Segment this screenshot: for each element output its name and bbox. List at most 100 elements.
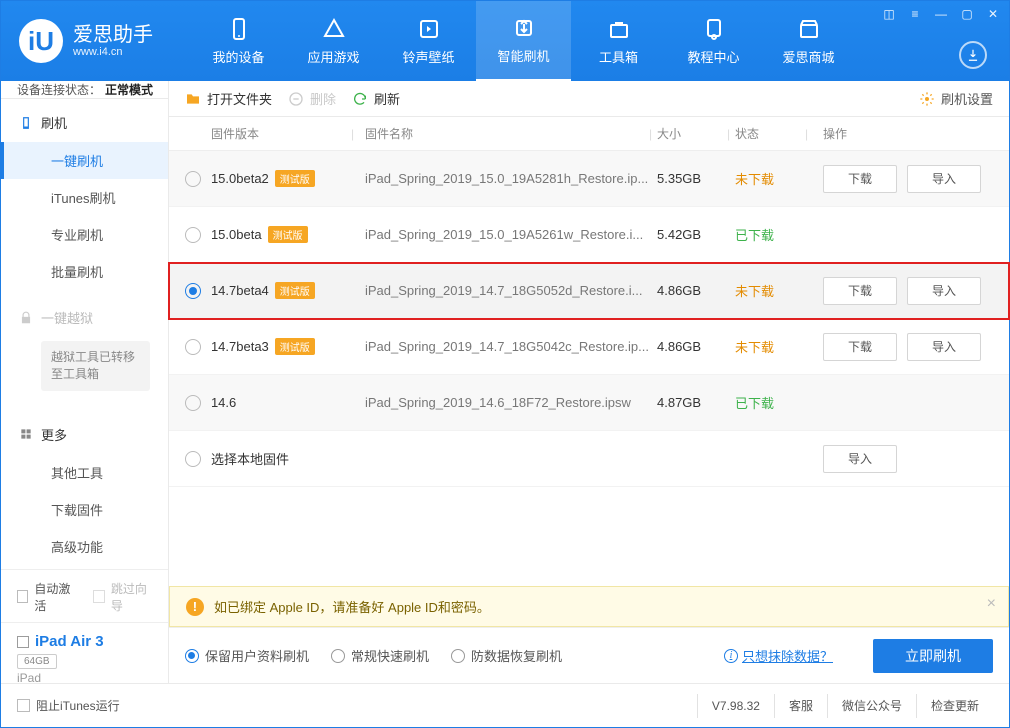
fw-name: iPad_Spring_2019_14.7_18G5052d_Restore.i… [359,283,649,298]
row-radio[interactable] [185,339,201,355]
auto-activate-checkbox[interactable]: 自动激活 [17,580,75,614]
nav-apps[interactable]: 应用游戏 [286,1,381,81]
flash-settings-button[interactable]: 刷机设置 [919,89,993,108]
table-row: 14.6iPad_Spring_2019_14.6_18F72_Restore.… [169,375,1009,431]
fw-name: iPad_Spring_2019_15.0_19A5281h_Restore.i… [359,171,649,186]
maximize-icon[interactable]: ▢ [959,7,975,21]
sidebar-item-0[interactable]: 一键刷机 [1,142,168,179]
import-button[interactable]: 导入 [907,277,981,305]
row-radio[interactable] [185,171,201,187]
nav-tutorials[interactable]: 教程中心 [666,1,761,81]
beta-tag: 测试版 [275,338,315,355]
device-name[interactable]: iPad Air 3 [35,633,104,650]
device-type: iPad [17,671,152,685]
fw-name: iPad_Spring_2019_15.0_19A5261w_Restore.i… [359,227,649,242]
device-icon [17,636,29,648]
fw-status: 已下载 [735,225,805,244]
nav-flash[interactable]: 智能刷机 [476,1,571,81]
nav-store[interactable]: 爱思商城 [761,1,856,81]
toolbar: 打开文件夹 删除 刷新 刷机设置 [169,81,1009,117]
beta-tag: 测试版 [275,282,315,299]
fw-status: 未下载 [735,169,805,188]
wechat-link[interactable]: 微信公众号 [827,694,916,718]
logo: iU 爱思助手 www.i4.cn [1,19,191,63]
window-controls: ◫ ≡ — ▢ ✕ [881,7,1001,21]
fw-size: 5.42GB [657,227,727,242]
fw-status: 已下载 [735,393,805,412]
warning-icon: ! [186,598,204,616]
flash-option-0[interactable]: 保留用户资料刷机 [185,646,309,665]
minimize-icon[interactable]: — [933,7,949,21]
refresh-button[interactable]: 刷新 [352,89,400,108]
refresh-icon [352,91,368,107]
device-storage: 64GB [17,654,57,669]
table-header: 固件版本 | 固件名称 | 大小 | 状态 | 操作 [169,117,1009,151]
app-header: iU 爱思助手 www.i4.cn 我的设备应用游戏铃声壁纸智能刷机工具箱教程中… [1,1,1009,81]
row-radio[interactable] [185,283,201,299]
flash-now-button[interactable]: 立即刷机 [873,639,993,673]
connection-status: 设备连接状态：正常模式 [1,81,168,99]
lock-icon [19,311,33,325]
brand-name: 爱思助手 [73,24,153,46]
flash-option-1[interactable]: 常规快速刷机 [331,646,429,665]
jailbreak-note: 越狱工具已转移至工具箱 [41,341,150,391]
table-row: 15.0beta2测试版iPad_Spring_2019_15.0_19A528… [169,151,1009,207]
sidebar-item-3[interactable]: 批量刷机 [1,253,168,290]
firmware-table: 15.0beta2测试版iPad_Spring_2019_15.0_19A528… [169,151,1009,487]
table-row: 14.7beta4 测试版 iPad_Spring_2019_14.7_18G505… [169,263,1009,319]
open-folder-button[interactable]: 打开文件夹 [185,89,272,108]
download-manager-icon[interactable] [959,41,987,69]
table-row: 14.7beta3测试版iPad_Spring_2019_14.7_18G504… [169,319,1009,375]
row-radio[interactable] [185,451,201,467]
sidebar-more-item-1[interactable]: 下载固件 [1,491,168,528]
fw-size: 4.87GB [657,395,727,410]
flash-option-2[interactable]: 防数据恢复刷机 [451,646,562,665]
beta-tag: 测试版 [268,226,308,243]
fw-size: 5.35GB [657,171,727,186]
menu-icon[interactable]: ≡ [907,7,923,21]
fw-status: 未下载 [735,281,805,300]
nav-tools[interactable]: 工具箱 [571,1,666,81]
import-button[interactable]: 导入 [823,445,897,473]
import-button[interactable]: 导入 [907,333,981,361]
info-icon: i [724,649,738,663]
fw-name: iPad_Spring_2019_14.7_18G5042c_Restore.i… [359,339,649,354]
app-version: V7.98.32 [697,694,774,718]
sidebar-head-more[interactable]: 更多 [1,415,168,454]
import-button[interactable]: 导入 [907,165,981,193]
logo-icon: iU [19,19,63,63]
nav-device[interactable]: 我的设备 [191,1,286,81]
fw-status: 未下载 [735,337,805,356]
device-info: iPad Air 3 64GB iPad [1,622,168,693]
erase-data-link[interactable]: i 只想抹除数据？ [724,646,833,665]
theme-icon[interactable]: ◫ [881,7,897,21]
beta-tag: 测试版 [275,170,315,187]
check-update-link[interactable]: 检查更新 [916,694,993,718]
delete-button[interactable]: 删除 [288,89,336,108]
delete-icon [288,91,304,107]
sidebar-more-item-0[interactable]: 其他工具 [1,454,168,491]
gear-icon [919,91,935,107]
local-fw-label: 选择本地固件 [211,449,351,468]
block-itunes-checkbox[interactable]: 阻止iTunes运行 [17,697,120,714]
customer-service-link[interactable]: 客服 [774,694,827,718]
sidebar-more-item-2[interactable]: 高级功能 [1,528,168,565]
nav-ringtones[interactable]: 铃声壁纸 [381,1,476,81]
fw-version: 14.7beta4 [211,283,269,298]
main-panel: 打开文件夹 删除 刷新 刷机设置 固件版本 | 固件名称 | 大小 | [169,81,1009,683]
fw-size: 4.86GB [657,339,727,354]
close-warning-icon[interactable]: × [987,595,996,613]
fw-name: iPad_Spring_2019_14.6_18F72_Restore.ipsw [359,395,649,410]
download-button[interactable]: 下载 [823,165,897,193]
close-icon[interactable]: ✕ [985,7,1001,21]
skip-guide-checkbox[interactable]: 跳过向导 [93,580,151,614]
download-button[interactable]: 下载 [823,277,897,305]
row-radio[interactable] [185,227,201,243]
sidebar-item-1[interactable]: iTunes刷机 [1,179,168,216]
sidebar: 设备连接状态：正常模式 刷机 一键刷机iTunes刷机专业刷机批量刷机 一键越狱… [1,81,169,683]
fw-size: 4.86GB [657,283,727,298]
sidebar-head-flash[interactable]: 刷机 [1,103,168,142]
sidebar-item-2[interactable]: 专业刷机 [1,216,168,253]
download-button[interactable]: 下载 [823,333,897,361]
row-radio[interactable] [185,395,201,411]
